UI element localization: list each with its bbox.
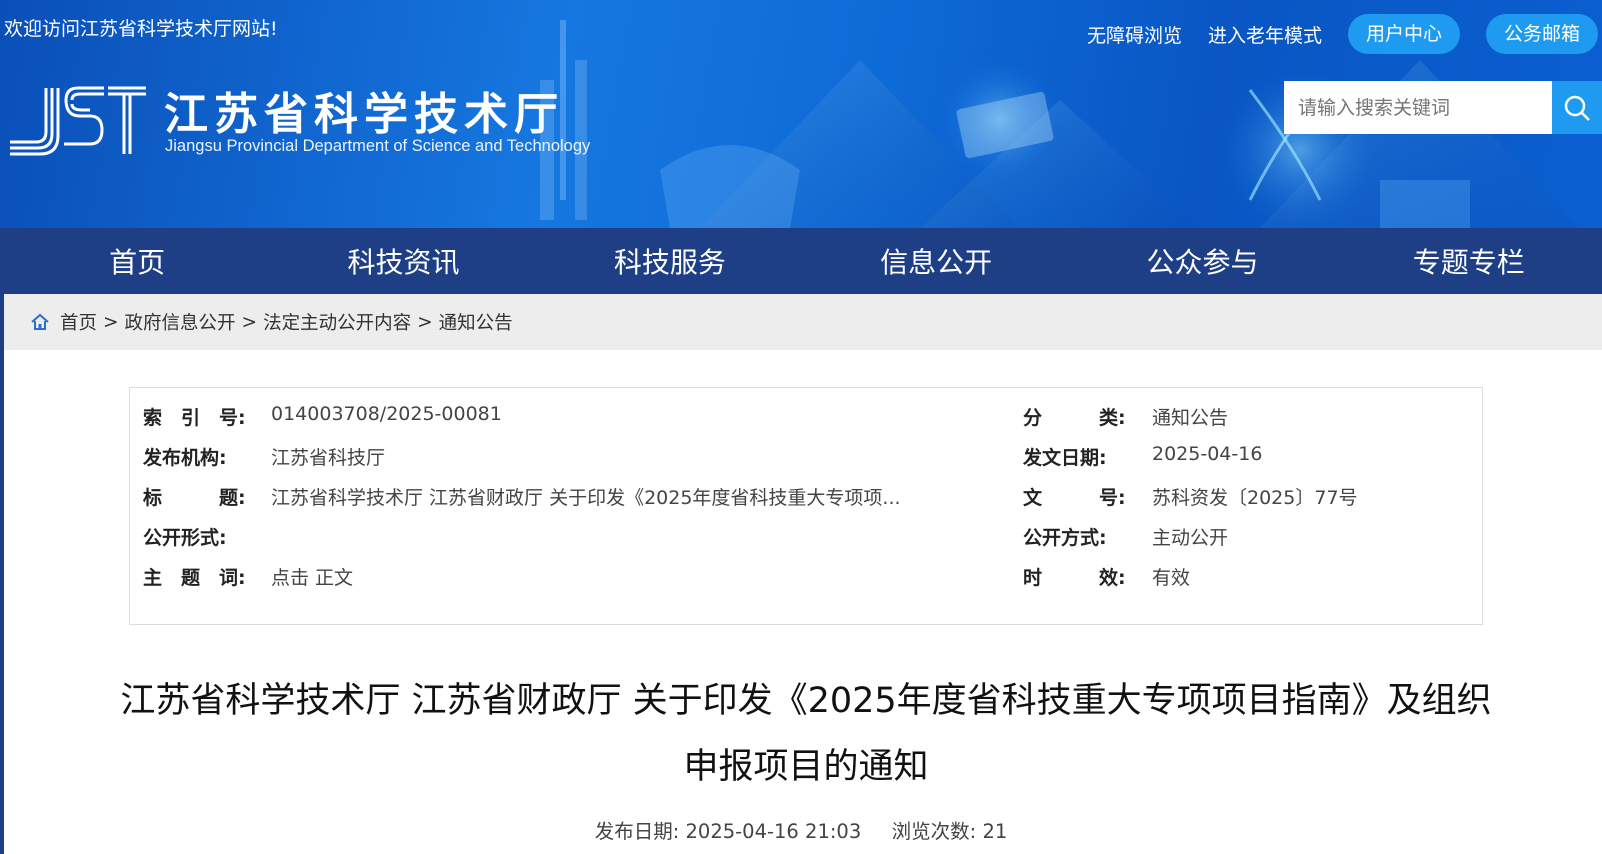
breadcrumb-notices[interactable]: 通知公告 [439, 309, 513, 335]
breadcrumb-separator: > [241, 311, 258, 333]
issue-date-label: 发文日期: [1023, 447, 1107, 469]
nav-item-news[interactable]: 科技资讯 [270, 228, 536, 294]
search-icon [1564, 95, 1590, 121]
nav-item-disclosure[interactable]: 信息公开 [803, 228, 1069, 294]
index-number-label: 索 引 号: [143, 407, 246, 429]
keywords-label: 主 题 词: [143, 567, 246, 589]
breadcrumb-separator: > [103, 311, 119, 333]
breadcrumb-separator: > [417, 311, 433, 333]
document-info-table: 索 引 号: 014003708/2025-00081 分 类: 通知公告 发布… [129, 387, 1483, 625]
publisher-label: 发布机构: [143, 447, 227, 469]
site-name-cn: 江苏省科学技术厅 [164, 89, 564, 140]
official-mail-button[interactable]: 公务邮箱 [1485, 14, 1598, 54]
nav-item-home[interactable]: 首页 [4, 228, 270, 294]
info-row: 索 引 号: 014003708/2025-00081 分 类: 通知公告 [130, 403, 1482, 443]
disclosure-method-value: 主动公开 [1152, 527, 1229, 549]
disclosure-form-label: 公开形式: [143, 527, 227, 549]
user-center-button[interactable]: 用户中心 [1347, 14, 1460, 54]
breadcrumb-legal-disclosure[interactable]: 法定主动公开内容 [263, 309, 411, 335]
breadcrumb: 首页 > 政府信息公开 > 法定主动公开内容 > 通知公告 [4, 294, 1602, 350]
category-value: 通知公告 [1152, 407, 1229, 429]
breadcrumb-home[interactable]: 首页 [60, 309, 97, 335]
publisher-value: 江苏省科技厅 [271, 447, 386, 469]
elderly-mode-link[interactable]: 进入老年模式 [1208, 21, 1322, 48]
keywords-value: 点击 正文 [271, 567, 354, 589]
disclosure-method-label: 公开方式: [1023, 527, 1107, 549]
doc-title-label: 标 题: [143, 487, 246, 509]
accessibility-link[interactable]: 无障碍浏览 [1087, 21, 1182, 48]
doc-number-label: 文 号: [1023, 487, 1126, 509]
site-banner: 欢迎访问江苏省科学技术厅网站! 无障碍浏览 进入老年模式 用户中心 公务邮箱 江… [0, 0, 1602, 228]
validity-value: 有效 [1152, 567, 1191, 589]
views-label: 浏览次数: [891, 820, 977, 843]
jst-logo[interactable] [6, 82, 148, 158]
validity-label: 时 效: [1023, 567, 1126, 589]
nav-item-services[interactable]: 科技服务 [537, 228, 803, 294]
welcome-text: 欢迎访问江苏省科学技术厅网站! [4, 18, 278, 40]
article-meta: 发布日期: 2025-04-16 21:03 浏览次数: 21 [0, 815, 1602, 844]
views-count: 21 [982, 820, 1008, 843]
nav-item-topics[interactable]: 专题专栏 [1336, 228, 1602, 294]
site-name-en: Jiangsu Provincial Department of Science… [165, 137, 591, 155]
publish-date-label: 发布日期: [594, 820, 680, 843]
breadcrumb-gov-info[interactable]: 政府信息公开 [125, 309, 236, 335]
top-links: 无障碍浏览 进入老年模式 用户中心 公务邮箱 [1087, 14, 1602, 54]
publish-date: 2025-04-16 21:03 [685, 820, 862, 843]
category-label: 分 类: [1023, 407, 1126, 429]
nav-item-participation[interactable]: 公众参与 [1069, 228, 1335, 294]
info-row: 标 题: 江苏省科学技术厅 江苏省财政厅 关于印发《2025年度省科技重大专项项… [130, 483, 1482, 523]
search-input[interactable] [1284, 81, 1552, 134]
info-row: 公开形式: 公开方式: 主动公开 [130, 523, 1482, 563]
article-title: 江苏省科学技术厅 江苏省财政厅 关于印发《2025年度省科技重大专项项目指南》及… [120, 681, 1492, 787]
info-row: 主 题 词: 点击 正文 时 效: 有效 [130, 563, 1482, 603]
index-number-value: 014003708/2025-00081 [271, 403, 502, 425]
search-button[interactable] [1552, 81, 1602, 134]
issue-date-value: 2025-04-16 [1152, 443, 1263, 465]
main-nav: 首页 科技资讯 科技服务 信息公开 公众参与 专题专栏 [4, 228, 1602, 294]
home-icon [31, 313, 49, 330]
doc-title-value: 江苏省科学技术厅 江苏省财政厅 关于印发《2025年度省科技重大专项项... [271, 487, 901, 509]
info-row: 发布机构: 江苏省科技厅 发文日期: 2025-04-16 [130, 443, 1482, 483]
doc-number-value: 苏科资发〔2025〕77号 [1152, 487, 1358, 509]
